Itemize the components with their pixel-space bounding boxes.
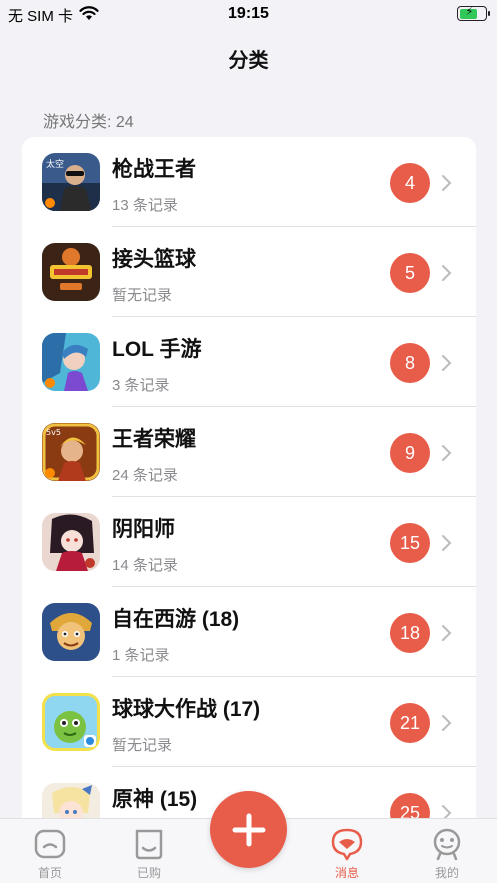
svg-text:太空: 太空 (46, 158, 64, 170)
game-name: 王者荣耀 (112, 428, 196, 451)
record-count: 暂无记录 (112, 737, 173, 754)
tab-label: 我的 (434, 866, 459, 880)
shopping-bag-icon (135, 829, 163, 860)
svg-text:5v5: 5v5 (46, 428, 61, 437)
chevron-right-icon (442, 355, 452, 371)
message-icon (331, 828, 363, 861)
chevron-right-icon (442, 535, 452, 551)
record-count: 1 条记录 (112, 647, 170, 664)
tab-profile[interactable]: 我的 (417, 827, 477, 881)
count-badge: 18 (390, 613, 430, 653)
record-count: 14 条记录 (112, 557, 178, 574)
list-item[interactable]: 自在西游 (18) 1 条记录 18 (22, 587, 476, 677)
list-item[interactable]: 5v5 王者荣耀 24 条记录 9 (22, 407, 476, 497)
record-count: 暂无记录 (112, 287, 173, 304)
list-item[interactable]: LOL 手游 3 条记录 8 (22, 317, 476, 407)
tab-label: 首页 (37, 866, 62, 880)
tab-purchased[interactable]: 已购 (119, 827, 179, 881)
section-label: 游戏分类: 24 (43, 114, 134, 131)
onmyoji-icon (42, 513, 100, 571)
chevron-right-icon (442, 445, 452, 461)
game-name: 阴阳师 (112, 518, 175, 541)
game-name: LOL 手游 (112, 338, 202, 361)
record-count: 13 条记录 (112, 197, 178, 214)
tab-label: 已购 (136, 866, 161, 880)
add-button[interactable] (210, 791, 287, 868)
list-item[interactable]: 阴阳师 14 条记录 15 (22, 497, 476, 587)
battery-icon: ⚡ (457, 6, 490, 21)
game-category-list: 太空 枪战王者 13 条记录 4 接头篮球 暂无记录 5 LOL 手游 3 条记… (22, 137, 476, 837)
plus-icon (232, 813, 265, 846)
chevron-right-icon (442, 265, 452, 281)
chevron-right-icon (442, 715, 452, 731)
clock: 19:15 (228, 5, 269, 22)
list-item[interactable]: 球球大作战 (17) 暂无记录 21 (22, 677, 476, 767)
chevron-right-icon (442, 625, 452, 641)
page-title: 分类 (228, 50, 269, 72)
count-badge: 15 (390, 523, 430, 563)
profile-icon (433, 828, 461, 861)
count-badge: 8 (390, 343, 430, 383)
freestyle-basketball-icon (42, 243, 100, 301)
count-badge: 4 (390, 163, 430, 203)
list-item[interactable]: 接头篮球 暂无记录 5 (22, 227, 476, 317)
game-name: 枪战王者 (112, 158, 196, 181)
home-icon (34, 829, 66, 859)
journey-west-icon (42, 603, 100, 661)
tab-label: 消息 (334, 866, 359, 880)
game-name: 球球大作战 (17) (112, 698, 261, 721)
record-count: 3 条记录 (112, 377, 170, 394)
cf-soldier-icon: 太空 (42, 153, 100, 211)
tab-home[interactable]: 首页 (20, 827, 80, 881)
game-name: 接头篮球 (112, 248, 196, 271)
lol-jinx-icon (42, 333, 100, 391)
honor-of-kings-icon: 5v5 (42, 423, 100, 481)
ball-battle-icon (42, 693, 100, 751)
count-badge: 21 (390, 703, 430, 743)
list-item[interactable]: 太空 枪战王者 13 条记录 4 (22, 137, 476, 227)
count-badge: 9 (390, 433, 430, 473)
game-name: 自在西游 (18) (112, 608, 240, 631)
count-badge: 5 (390, 253, 430, 293)
status-bar: 无 SIM 卡 19:15 ⚡ (0, 0, 497, 28)
chevron-right-icon (442, 175, 452, 191)
tab-messages[interactable]: 消息 (317, 827, 377, 881)
game-name: 原神 (15) (112, 788, 198, 811)
record-count: 24 条记录 (112, 467, 178, 484)
